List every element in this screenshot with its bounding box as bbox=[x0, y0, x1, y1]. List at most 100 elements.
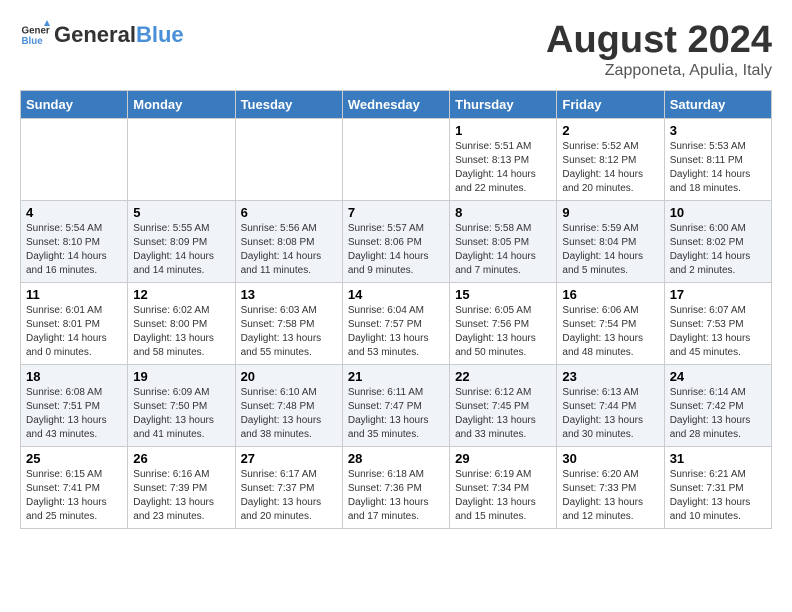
day-number: 7 bbox=[348, 205, 444, 220]
calendar-cell: 26 Sunrise: 6:16 AM Sunset: 7:39 PM Dayli… bbox=[128, 446, 235, 528]
day-info: Sunrise: 6:05 AM Sunset: 7:56 PM Dayligh… bbox=[455, 304, 551, 360]
day-number: 26 bbox=[133, 451, 229, 466]
calendar-cell: 11Sunrise: 6:01 AM Sunset: 8:01 PM Dayli… bbox=[21, 282, 128, 364]
header-wednesday: Wednesday bbox=[342, 90, 449, 118]
calendar-cell: 1 Sunrise: 5:51 AM Sunset: 8:13 PM Daylig… bbox=[450, 118, 557, 200]
day-number: 2 bbox=[562, 123, 658, 138]
calendar-week-row: 11Sunrise: 6:01 AM Sunset: 8:01 PM Dayli… bbox=[21, 282, 772, 364]
calendar-cell: 28Sunrise: 6:18 AM Sunset: 7:36 PM Dayli… bbox=[342, 446, 449, 528]
day-info: Sunrise: 5:51 AM Sunset: 8:13 PM Dayligh… bbox=[455, 140, 551, 196]
header-friday: Friday bbox=[557, 90, 664, 118]
calendar-cell: 2 Sunrise: 5:52 AM Sunset: 8:12 PM Daylig… bbox=[557, 118, 664, 200]
calendar-cell: 12Sunrise: 6:02 AM Sunset: 8:00 PM Dayli… bbox=[128, 282, 235, 364]
location-subtitle: Zapponeta, Apulia, Italy bbox=[546, 62, 772, 80]
day-info: Sunrise: 6:01 AM Sunset: 8:01 PM Dayligh… bbox=[26, 304, 122, 360]
day-number: 21 bbox=[348, 369, 444, 384]
day-info: Sunrise: 5:55 AM Sunset: 8:09 PM Dayligh… bbox=[133, 222, 229, 278]
day-info: Sunrise: 6:00 AM Sunset: 8:02 PM Dayligh… bbox=[670, 222, 766, 278]
calendar-cell: 9Sunrise: 5:59 AM Sunset: 8:04 PM Daylig… bbox=[557, 200, 664, 282]
calendar-cell bbox=[128, 118, 235, 200]
calendar-week-row: 4 Sunrise: 5:54 AM Sunset: 8:10 PM Daylig… bbox=[21, 200, 772, 282]
day-info: Sunrise: 5:58 AM Sunset: 8:05 PM Dayligh… bbox=[455, 222, 551, 278]
calendar-cell: 25 Sunrise: 6:15 AM Sunset: 7:41 PM Dayli… bbox=[21, 446, 128, 528]
svg-text:General: General bbox=[22, 26, 51, 37]
calendar-cell: 6 Sunrise: 5:56 AM Sunset: 8:08 PM Daylig… bbox=[235, 200, 342, 282]
calendar-cell bbox=[235, 118, 342, 200]
logo: General Blue GeneralBlue bbox=[20, 20, 184, 50]
day-info: Sunrise: 6:16 AM Sunset: 7:39 PM Dayligh… bbox=[133, 468, 229, 524]
day-number: 27 bbox=[241, 451, 337, 466]
calendar-cell: 16 Sunrise: 6:06 AM Sunset: 7:54 PM Dayli… bbox=[557, 282, 664, 364]
day-number: 10 bbox=[670, 205, 766, 220]
header-sunday: Sunday bbox=[21, 90, 128, 118]
calendar-cell: 24 Sunrise: 6:14 AM Sunset: 7:42 PM Dayli… bbox=[664, 364, 771, 446]
month-title: August 2024 bbox=[546, 20, 772, 62]
calendar-cell: 19 Sunrise: 6:09 AM Sunset: 7:50 PM Dayli… bbox=[128, 364, 235, 446]
calendar-cell: 22 Sunrise: 6:12 AM Sunset: 7:45 PM Dayli… bbox=[450, 364, 557, 446]
header-monday: Monday bbox=[128, 90, 235, 118]
day-number: 16 bbox=[562, 287, 658, 302]
day-number: 17 bbox=[670, 287, 766, 302]
calendar-cell: 13 Sunrise: 6:03 AM Sunset: 7:58 PM Dayli… bbox=[235, 282, 342, 364]
calendar-week-row: 18Sunrise: 6:08 AM Sunset: 7:51 PM Dayli… bbox=[21, 364, 772, 446]
day-info: Sunrise: 6:03 AM Sunset: 7:58 PM Dayligh… bbox=[241, 304, 337, 360]
day-number: 14 bbox=[348, 287, 444, 302]
day-info: Sunrise: 6:19 AM Sunset: 7:34 PM Dayligh… bbox=[455, 468, 551, 524]
day-info: Sunrise: 5:56 AM Sunset: 8:08 PM Dayligh… bbox=[241, 222, 337, 278]
calendar-cell: 27Sunrise: 6:17 AM Sunset: 7:37 PM Dayli… bbox=[235, 446, 342, 528]
calendar-cell: 10 Sunrise: 6:00 AM Sunset: 8:02 PM Dayli… bbox=[664, 200, 771, 282]
day-number: 30 bbox=[562, 451, 658, 466]
day-info: Sunrise: 6:12 AM Sunset: 7:45 PM Dayligh… bbox=[455, 386, 551, 442]
day-info: Sunrise: 6:15 AM Sunset: 7:41 PM Dayligh… bbox=[26, 468, 122, 524]
day-info: Sunrise: 6:09 AM Sunset: 7:50 PM Dayligh… bbox=[133, 386, 229, 442]
day-info: Sunrise: 6:11 AM Sunset: 7:47 PM Dayligh… bbox=[348, 386, 444, 442]
day-info: Sunrise: 5:52 AM Sunset: 8:12 PM Dayligh… bbox=[562, 140, 658, 196]
day-info: Sunrise: 5:54 AM Sunset: 8:10 PM Dayligh… bbox=[26, 222, 122, 278]
day-number: 8 bbox=[455, 205, 551, 220]
day-number: 4 bbox=[26, 205, 122, 220]
calendar-cell: 7 Sunrise: 5:57 AM Sunset: 8:06 PM Daylig… bbox=[342, 200, 449, 282]
calendar-cell: 17 Sunrise: 6:07 AM Sunset: 7:53 PM Dayli… bbox=[664, 282, 771, 364]
day-info: Sunrise: 5:53 AM Sunset: 8:11 PM Dayligh… bbox=[670, 140, 766, 196]
day-info: Sunrise: 6:14 AM Sunset: 7:42 PM Dayligh… bbox=[670, 386, 766, 442]
day-number: 19 bbox=[133, 369, 229, 384]
day-info: Sunrise: 5:57 AM Sunset: 8:06 PM Dayligh… bbox=[348, 222, 444, 278]
calendar-cell: 14Sunrise: 6:04 AM Sunset: 7:57 PM Dayli… bbox=[342, 282, 449, 364]
calendar-body: 1 Sunrise: 5:51 AM Sunset: 8:13 PM Daylig… bbox=[21, 118, 772, 528]
calendar-cell: 30Sunrise: 6:20 AM Sunset: 7:33 PM Dayli… bbox=[557, 446, 664, 528]
day-number: 22 bbox=[455, 369, 551, 384]
calendar-header-row: SundayMondayTuesdayWednesdayThursdayFrid… bbox=[21, 90, 772, 118]
day-info: Sunrise: 6:21 AM Sunset: 7:31 PM Dayligh… bbox=[670, 468, 766, 524]
calendar-cell: 31 Sunrise: 6:21 AM Sunset: 7:31 PM Dayli… bbox=[664, 446, 771, 528]
day-info: Sunrise: 6:13 AM Sunset: 7:44 PM Dayligh… bbox=[562, 386, 658, 442]
calendar-cell: 5 Sunrise: 5:55 AM Sunset: 8:09 PM Daylig… bbox=[128, 200, 235, 282]
calendar-cell: 15 Sunrise: 6:05 AM Sunset: 7:56 PM Dayli… bbox=[450, 282, 557, 364]
day-info: Sunrise: 6:06 AM Sunset: 7:54 PM Dayligh… bbox=[562, 304, 658, 360]
calendar-week-row: 1 Sunrise: 5:51 AM Sunset: 8:13 PM Daylig… bbox=[21, 118, 772, 200]
calendar-cell: 29Sunrise: 6:19 AM Sunset: 7:34 PM Dayli… bbox=[450, 446, 557, 528]
calendar-cell: 4 Sunrise: 5:54 AM Sunset: 8:10 PM Daylig… bbox=[21, 200, 128, 282]
logo-icon: General Blue bbox=[20, 20, 50, 50]
day-number: 31 bbox=[670, 451, 766, 466]
calendar-cell: 20Sunrise: 6:10 AM Sunset: 7:48 PM Dayli… bbox=[235, 364, 342, 446]
svg-text:Blue: Blue bbox=[22, 36, 44, 47]
day-number: 12 bbox=[133, 287, 229, 302]
day-number: 1 bbox=[455, 123, 551, 138]
day-info: Sunrise: 5:59 AM Sunset: 8:04 PM Dayligh… bbox=[562, 222, 658, 278]
day-number: 23 bbox=[562, 369, 658, 384]
page-header: General Blue GeneralBlue August 2024 Zap… bbox=[20, 20, 772, 80]
calendar-table: SundayMondayTuesdayWednesdayThursdayFrid… bbox=[20, 90, 772, 529]
day-info: Sunrise: 6:07 AM Sunset: 7:53 PM Dayligh… bbox=[670, 304, 766, 360]
day-number: 5 bbox=[133, 205, 229, 220]
day-info: Sunrise: 6:08 AM Sunset: 7:51 PM Dayligh… bbox=[26, 386, 122, 442]
day-number: 24 bbox=[670, 369, 766, 384]
day-number: 3 bbox=[670, 123, 766, 138]
day-info: Sunrise: 6:18 AM Sunset: 7:36 PM Dayligh… bbox=[348, 468, 444, 524]
day-info: Sunrise: 6:10 AM Sunset: 7:48 PM Dayligh… bbox=[241, 386, 337, 442]
day-number: 6 bbox=[241, 205, 337, 220]
header-saturday: Saturday bbox=[664, 90, 771, 118]
day-number: 15 bbox=[455, 287, 551, 302]
day-number: 25 bbox=[26, 451, 122, 466]
day-number: 13 bbox=[241, 287, 337, 302]
calendar-cell bbox=[342, 118, 449, 200]
